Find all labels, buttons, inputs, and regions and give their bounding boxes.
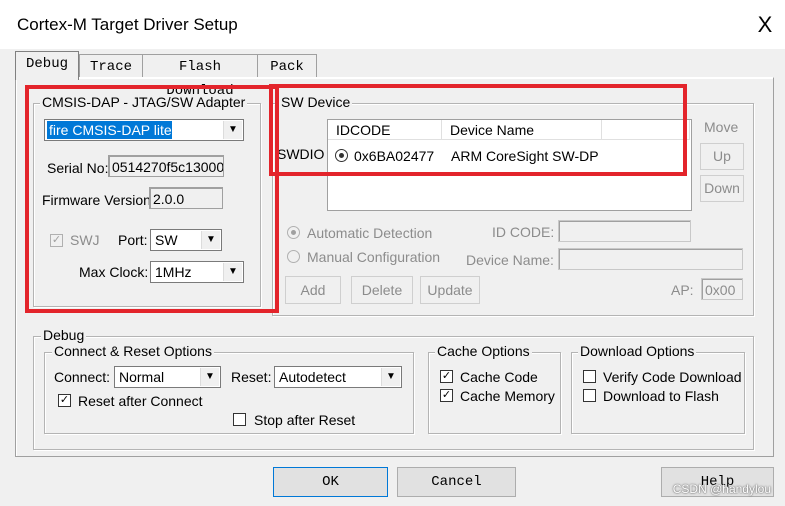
watermark: CSDN @handylou: [672, 482, 771, 496]
cache-code-checkbox[interactable]: ✓: [440, 370, 453, 383]
tab-pack[interactable]: Pack: [257, 54, 317, 79]
delete-button[interactable]: Delete: [351, 276, 413, 304]
download-group-label: Download Options: [578, 343, 697, 359]
connect-reset-label: Connect & Reset Options: [52, 343, 214, 359]
reset-select[interactable]: Autodetect ▼: [274, 366, 402, 388]
cache-code-label: Cache Code: [460, 369, 538, 385]
reset-after-connect-checkbox[interactable]: ✓: [58, 394, 71, 407]
ap-field[interactable]: 0x00: [701, 278, 743, 300]
cache-memory-label: Cache Memory: [460, 388, 555, 404]
ap-label: AP:: [671, 282, 694, 298]
chevron-down-icon[interactable]: ▼: [381, 368, 400, 386]
auto-detect-radio[interactable]: [287, 226, 300, 239]
connect-select[interactable]: Normal ▼: [114, 366, 221, 388]
devname-label: Device Name:: [466, 252, 554, 268]
stop-after-reset-checkbox[interactable]: [233, 413, 246, 426]
idcode-field[interactable]: [558, 220, 691, 242]
connect-value: Normal: [119, 369, 165, 385]
annotation-box-adapter: [25, 85, 279, 313]
manual-config-label: Manual Configuration: [307, 249, 441, 265]
tab-trace[interactable]: Trace: [79, 54, 143, 79]
annotation-box-sw-device: [269, 84, 687, 176]
update-button[interactable]: Update: [420, 276, 480, 304]
up-button[interactable]: Up: [700, 143, 744, 170]
download-flash-label: Download to Flash: [603, 388, 719, 404]
reset-value: Autodetect: [279, 369, 346, 385]
tab-debug[interactable]: Debug: [15, 51, 79, 80]
auto-detect-label: Automatic Detection: [307, 225, 433, 241]
verify-code-checkbox[interactable]: [583, 370, 596, 383]
tab-flash-download[interactable]: Flash Download: [142, 54, 258, 99]
ok-button[interactable]: OK: [273, 467, 388, 497]
cache-group-label: Cache Options: [435, 343, 532, 359]
window-title: Cortex-M Target Driver Setup: [17, 15, 238, 34]
cancel-button[interactable]: Cancel: [397, 467, 516, 497]
chevron-down-icon[interactable]: ▼: [200, 368, 219, 386]
verify-code-label: Verify Code Download: [603, 369, 742, 385]
connect-label: Connect:: [54, 369, 111, 385]
debug-group-label: Debug: [41, 327, 87, 343]
manual-config-radio[interactable]: [287, 250, 300, 263]
cache-memory-checkbox[interactable]: ✓: [440, 389, 453, 402]
reset-label: Reset:: [231, 369, 272, 385]
reset-after-connect-label: Reset after Connect: [78, 393, 203, 409]
add-button[interactable]: Add: [285, 276, 341, 304]
down-button[interactable]: Down: [700, 175, 744, 202]
stop-after-reset-label: Stop after Reset: [254, 412, 356, 428]
download-flash-checkbox[interactable]: [583, 389, 596, 402]
idcode-label: ID CODE:: [492, 224, 555, 240]
close-icon[interactable]: X: [748, 8, 782, 42]
move-label: Move: [704, 119, 739, 135]
devname-field[interactable]: [558, 248, 743, 270]
